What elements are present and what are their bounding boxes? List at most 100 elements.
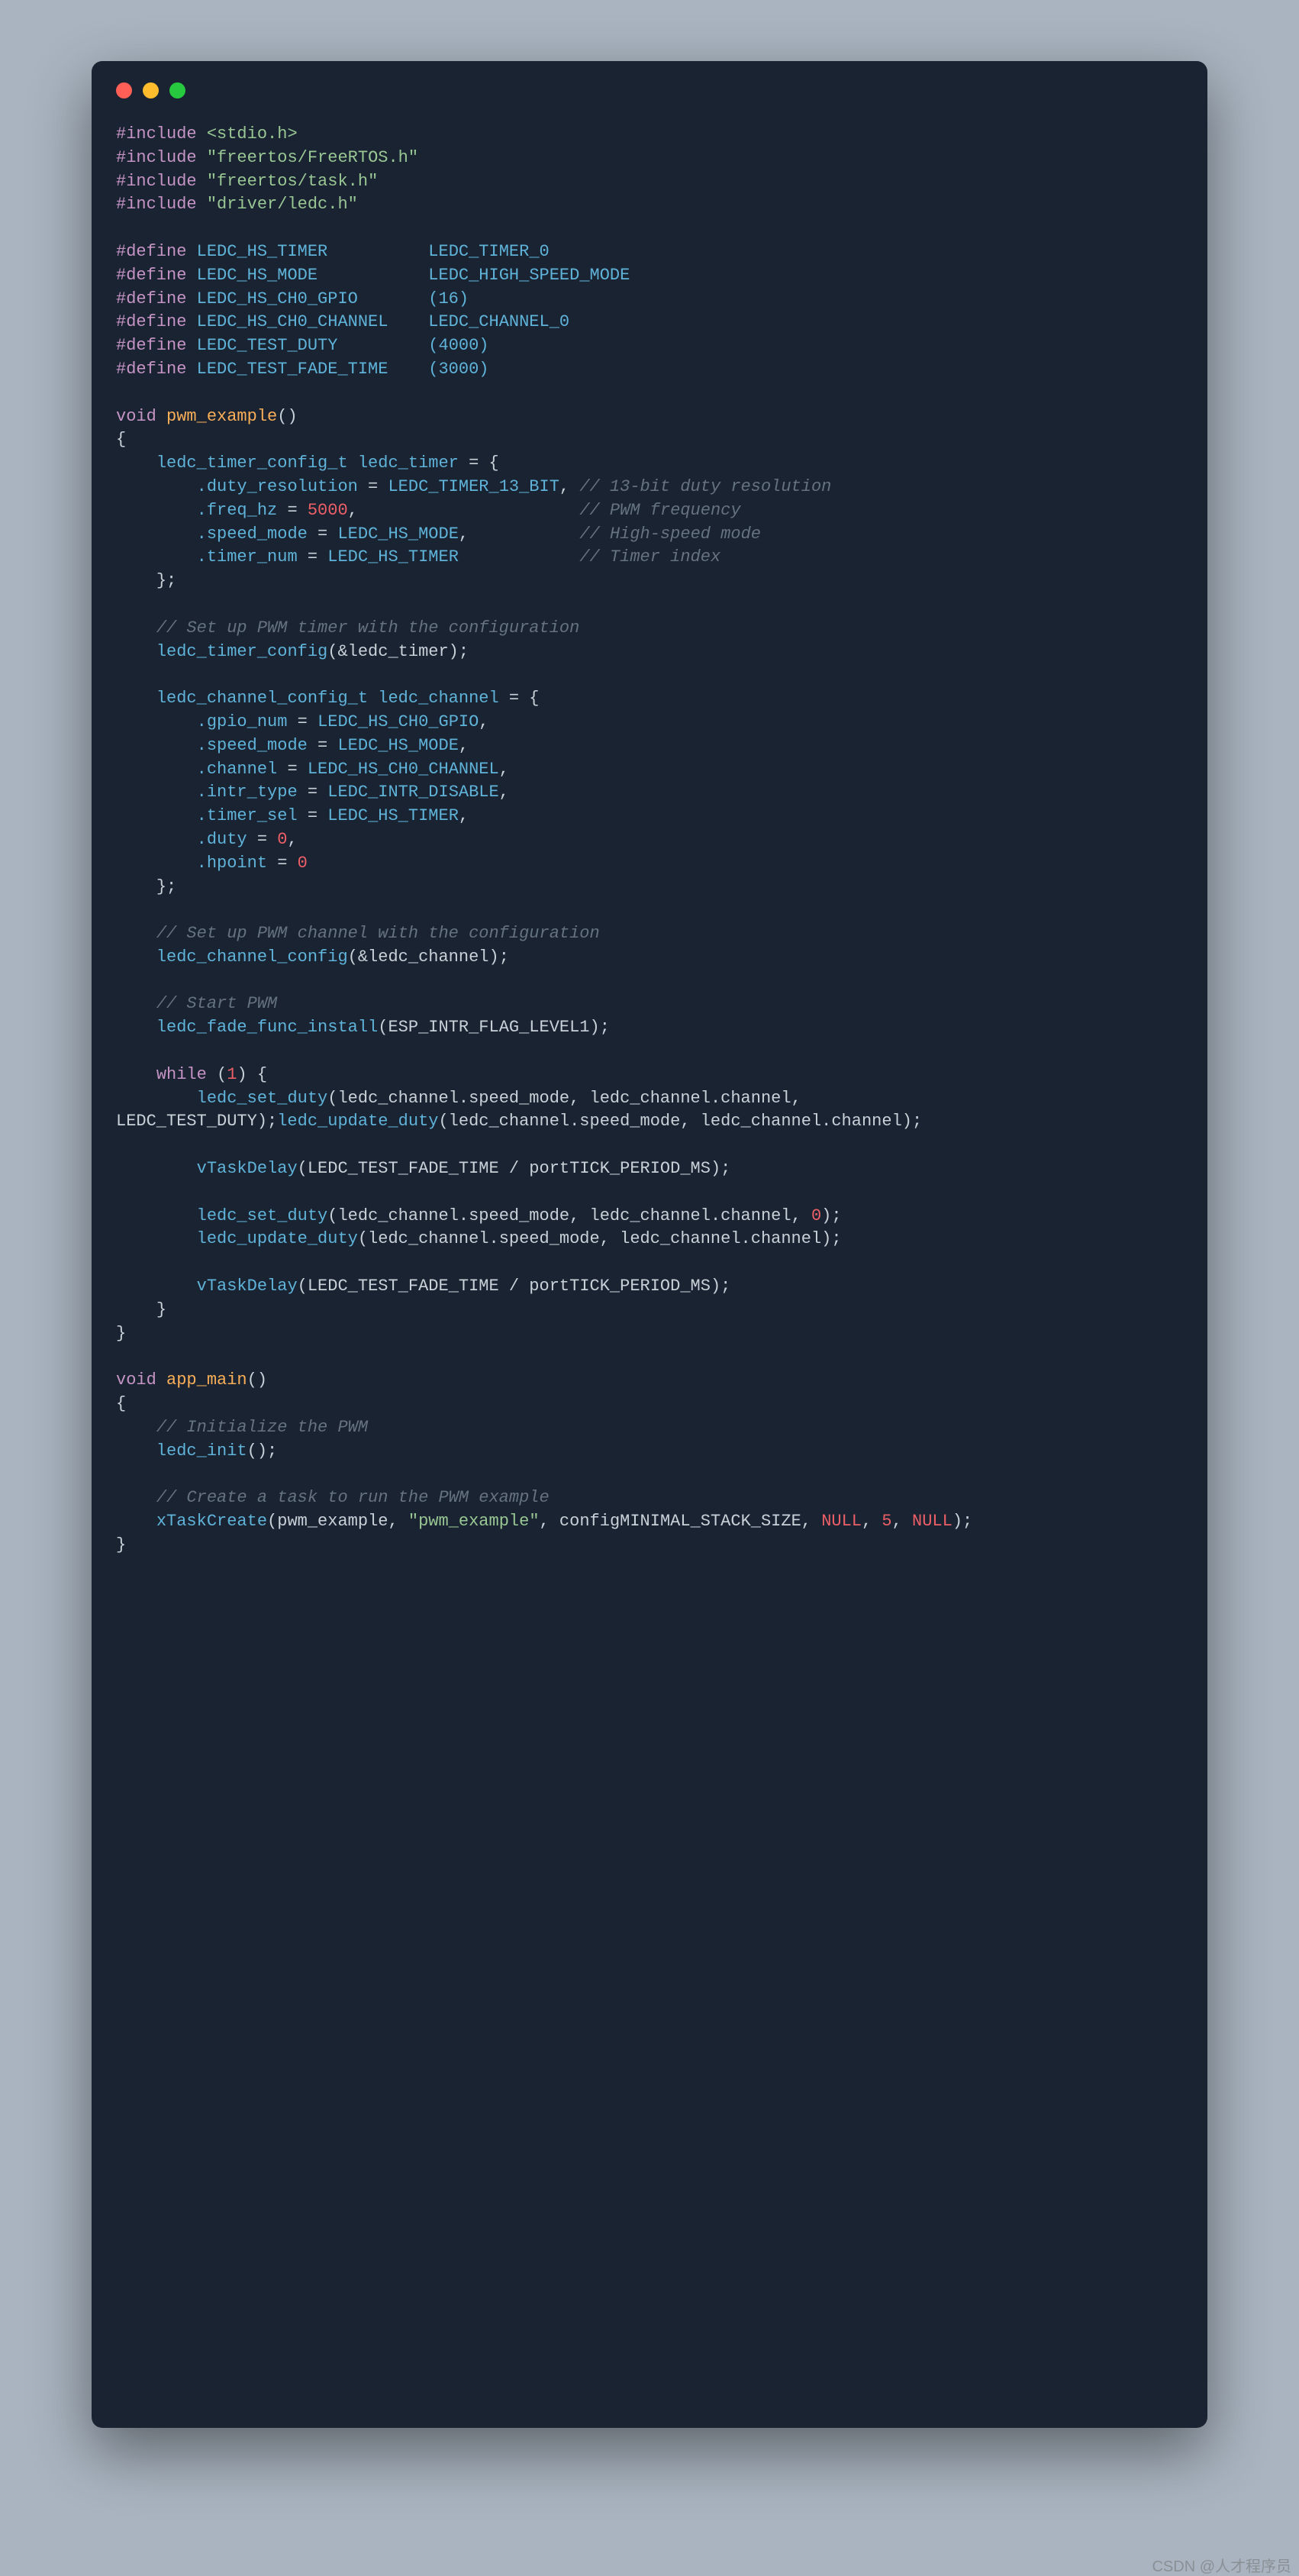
macro-val: (16) <box>428 289 469 308</box>
val: LEDC_HS_TIMER <box>327 806 459 825</box>
fn-call: ledc_fade_func_install <box>156 1018 378 1037</box>
eq: = { <box>499 689 540 708</box>
var: ledc_channel <box>378 689 498 708</box>
member: .duty_resolution <box>197 477 358 496</box>
val: LEDC_HS_TIMER <box>327 547 459 567</box>
var: ledc_timer <box>358 454 459 473</box>
comment: // High-speed mode <box>579 525 761 544</box>
macro-name: LEDC_HS_MODE <box>197 266 317 285</box>
member: .timer_num <box>197 547 298 567</box>
args: (ledc_channel.speed_mode, ledc_channel.c… <box>438 1112 922 1131</box>
member: .hpoint <box>197 854 267 873</box>
define: #define <box>116 360 186 379</box>
val: LEDC_HS_CH0_GPIO <box>317 712 479 731</box>
include: #include <box>116 124 197 144</box>
fn-call: xTaskCreate <box>156 1512 267 1531</box>
brace: { <box>116 1394 126 1413</box>
maximize-icon[interactable] <box>169 82 185 98</box>
member: .speed_mode <box>197 525 308 544</box>
brace: } <box>116 1324 126 1343</box>
macro-val: LEDC_CHANNEL_0 <box>428 312 569 331</box>
comment: // Create a task to run the PWM example <box>156 1488 550 1507</box>
macro-val: LEDC_TIMER_0 <box>428 242 549 261</box>
define: #define <box>116 266 186 285</box>
fn-call: ledc_set_duty <box>197 1206 328 1225</box>
code-window: #include <stdio.h> #include "freertos/Fr… <box>92 61 1207 2428</box>
comment: // Set up PWM channel with the configura… <box>156 924 600 943</box>
define: #define <box>116 242 186 261</box>
brace: { <box>116 430 126 449</box>
fn-pwm-example: pwm_example <box>166 407 277 426</box>
type: ledc_channel_config_t <box>156 689 368 708</box>
member: .gpio_num <box>197 712 288 731</box>
close: }; <box>156 877 176 896</box>
val: 0 <box>298 854 308 873</box>
val: LEDC_HS_CH0_CHANNEL <box>308 760 499 779</box>
null: NULL <box>912 1512 952 1531</box>
macro-val: LEDC_HIGH_SPEED_MODE <box>428 266 630 285</box>
kw-while: while <box>156 1065 207 1084</box>
define: #define <box>116 336 186 355</box>
member: .timer_sel <box>197 806 298 825</box>
close: ); <box>821 1206 841 1225</box>
args: (ESP_INTR_FLAG_LEVEL1); <box>378 1018 610 1037</box>
define: #define <box>116 289 186 308</box>
wrap: LEDC_TEST_DUTY); <box>116 1112 277 1131</box>
header: <stdio.h> <box>207 124 298 144</box>
member: .speed_mode <box>197 736 308 755</box>
macro-val: (4000) <box>428 336 488 355</box>
macro-name: LEDC_TEST_DUTY <box>197 336 338 355</box>
member: .intr_type <box>197 783 298 802</box>
num: 5 <box>882 1512 891 1531</box>
macro-name: LEDC_HS_CH0_CHANNEL <box>197 312 388 331</box>
num: 1 <box>227 1065 237 1084</box>
watermark: CSDN @人才程序员 <box>1152 2554 1291 2576</box>
eq: = { <box>459 454 499 473</box>
val: 5000 <box>308 501 348 520</box>
brace: } <box>116 1535 126 1554</box>
args: (ledc_channel.speed_mode, ledc_channel.c… <box>358 1229 842 1248</box>
define: #define <box>116 312 186 331</box>
comment: // 13-bit duty resolution <box>579 477 831 496</box>
fn-call: vTaskDelay <box>197 1159 298 1178</box>
kw-void: void <box>116 1370 156 1390</box>
args: (); <box>247 1441 278 1461</box>
comma: , <box>862 1512 882 1531</box>
comma: , <box>892 1512 912 1531</box>
args: (ledc_channel.speed_mode, ledc_channel.c… <box>327 1089 801 1108</box>
comment: // PWM frequency <box>579 501 740 520</box>
comment: // Start PWM <box>156 994 277 1013</box>
header: "freertos/task.h" <box>207 172 378 191</box>
fn-call: ledc_timer_config <box>156 642 327 661</box>
include: #include <box>116 148 197 167</box>
close-icon[interactable] <box>116 82 132 98</box>
args: (pwm_example, <box>267 1512 408 1531</box>
kw-void: void <box>116 407 156 426</box>
args: (&ledc_channel); <box>348 947 509 967</box>
member: .duty <box>197 830 247 849</box>
args: (ledc_channel.speed_mode, ledc_channel.c… <box>327 1206 811 1225</box>
include: #include <box>116 172 197 191</box>
fn-call: ledc_channel_config <box>156 947 348 967</box>
member: .channel <box>197 760 278 779</box>
null: NULL <box>821 1512 862 1531</box>
fn-call: vTaskDelay <box>197 1277 298 1296</box>
comment: // Timer index <box>579 547 720 567</box>
fn-call: ledc_update_duty <box>277 1112 438 1131</box>
val: LEDC_HS_MODE <box>337 525 458 544</box>
val: LEDC_TIMER_13_BIT <box>388 477 559 496</box>
fn-call: ledc_update_duty <box>197 1229 358 1248</box>
val: LEDC_HS_MODE <box>337 736 458 755</box>
comment: // Initialize the PWM <box>156 1418 368 1437</box>
minimize-icon[interactable] <box>143 82 159 98</box>
close: ); <box>952 1512 972 1531</box>
brace: } <box>156 1300 166 1319</box>
args: (&ledc_timer); <box>327 642 469 661</box>
close: }; <box>156 571 176 590</box>
num: 0 <box>811 1206 821 1225</box>
macro-name: LEDC_HS_CH0_GPIO <box>197 289 358 308</box>
macro-name: LEDC_HS_TIMER <box>197 242 328 261</box>
header: "driver/ledc.h" <box>207 195 358 214</box>
args: , configMINIMAL_STACK_SIZE, <box>540 1512 822 1531</box>
fn-app-main: app_main <box>166 1370 247 1390</box>
